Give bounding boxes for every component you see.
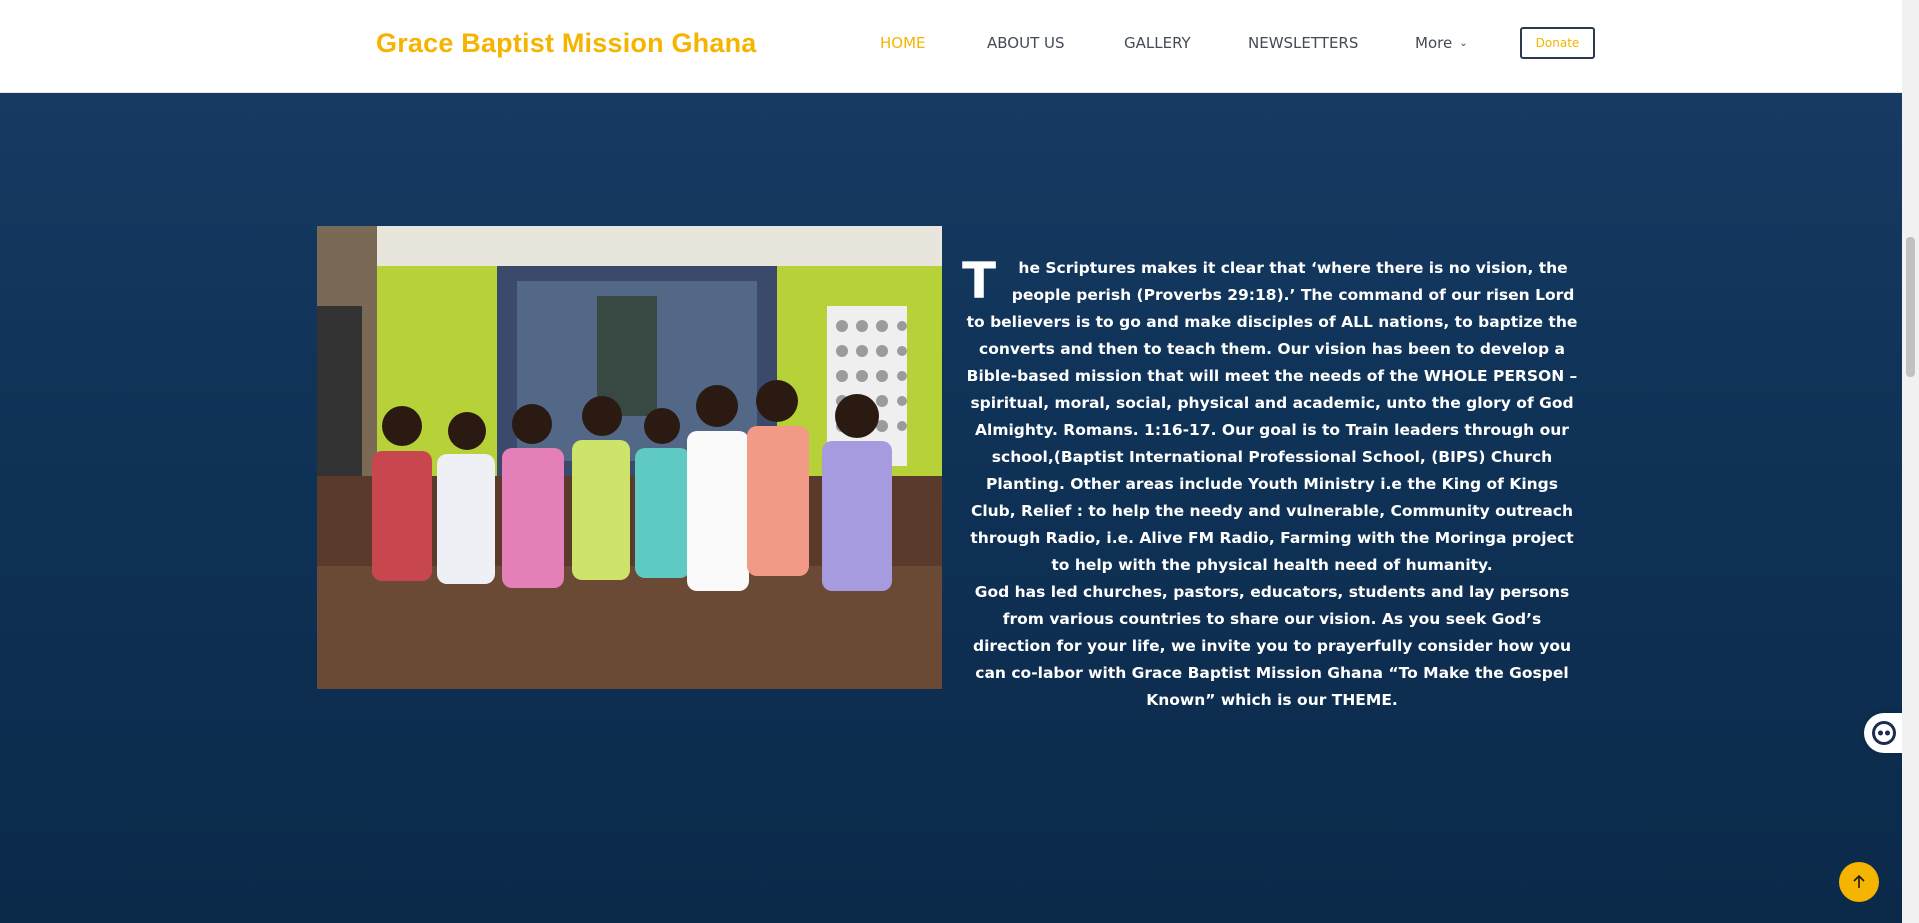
- nav-item-home[interactable]: HOME: [880, 34, 926, 52]
- donate-button[interactable]: Donate: [1520, 27, 1595, 59]
- scrollbar-thumb[interactable]: [1906, 237, 1915, 377]
- arrow-up-icon: [1853, 874, 1865, 888]
- nav-item-more[interactable]: More ⌄: [1415, 34, 1468, 52]
- back-to-top-button[interactable]: [1839, 862, 1879, 902]
- nav-item-more-label: More: [1415, 34, 1453, 52]
- vision-paragraph-2: God has led churches, pastors, educators…: [972, 583, 1572, 709]
- chevron-down-icon: ⌄: [1459, 38, 1468, 49]
- hero-section: [0, 92, 1902, 923]
- page-scrollbar[interactable]: [1902, 0, 1919, 923]
- vision-paragraph-1: he Scriptures makes it clear that ‘where…: [966, 259, 1578, 574]
- site-logo-text[interactable]: Grace Baptist Mission Ghana: [376, 28, 757, 59]
- nav-item-gallery[interactable]: GALLERY: [1124, 34, 1191, 52]
- nav-item-newsletters[interactable]: NEWSLETTERS: [1248, 34, 1358, 52]
- chat-bot-icon[interactable]: [1864, 713, 1904, 753]
- site-header: Grace Baptist Mission Ghana HOME ABOUT U…: [0, 0, 1902, 93]
- nav-item-about-us[interactable]: ABOUT US: [987, 34, 1065, 52]
- children-group-photo: [317, 226, 942, 689]
- vision-text: T he Scriptures makes it clear that ‘whe…: [962, 255, 1582, 714]
- dropcap-letter: T: [962, 252, 997, 310]
